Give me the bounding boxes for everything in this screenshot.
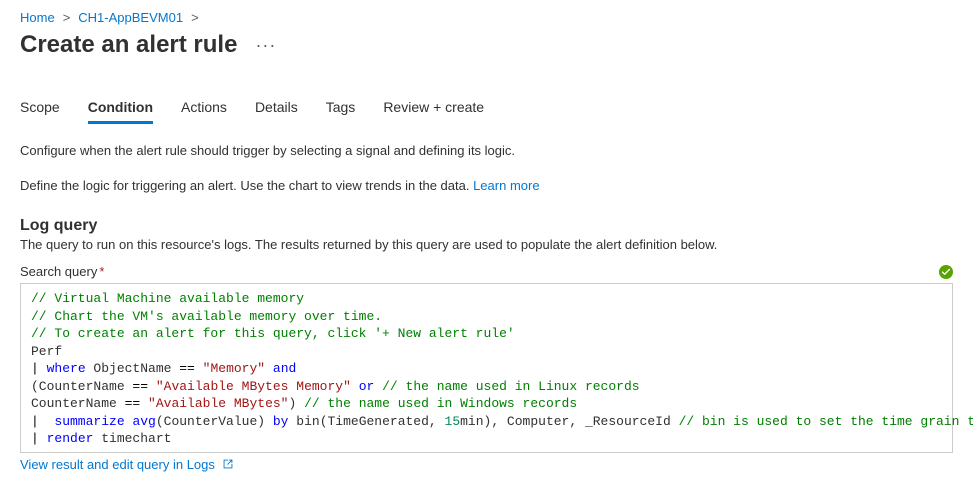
tab-review[interactable]: Review + create xyxy=(383,99,484,124)
open-external-icon xyxy=(221,457,235,471)
page-title: Create an alert rule xyxy=(20,31,237,59)
required-asterisk: * xyxy=(99,264,104,279)
breadcrumb-separator: > xyxy=(63,10,71,25)
tab-details[interactable]: Details xyxy=(255,99,298,124)
validation-success-icon xyxy=(939,265,953,279)
breadcrumb: Home > CH1-AppBEVM01 > xyxy=(20,10,953,25)
configure-description: Configure when the alert rule should tri… xyxy=(20,143,953,158)
learn-more-link[interactable]: Learn more xyxy=(473,178,539,193)
search-query-label: Search query xyxy=(20,264,97,279)
tab-condition[interactable]: Condition xyxy=(88,99,153,124)
breadcrumb-separator: > xyxy=(191,10,199,25)
breadcrumb-resource[interactable]: CH1-AppBEVM01 xyxy=(78,10,183,25)
tab-scope[interactable]: Scope xyxy=(20,99,60,124)
query-editor[interactable]: // Virtual Machine available memory // C… xyxy=(20,283,953,453)
breadcrumb-home[interactable]: Home xyxy=(20,10,55,25)
more-button[interactable]: ··· xyxy=(249,34,282,56)
log-query-title: Log query xyxy=(20,217,953,235)
log-query-subtitle: The query to run on this resource's logs… xyxy=(20,237,953,252)
define-description: Define the logic for triggering an alert… xyxy=(20,178,953,193)
view-in-logs-link[interactable]: View result and edit query in Logs xyxy=(20,457,215,472)
tab-tags[interactable]: Tags xyxy=(326,99,356,124)
tab-actions[interactable]: Actions xyxy=(181,99,227,124)
tabs: Scope Condition Actions Details Tags Rev… xyxy=(20,99,953,125)
